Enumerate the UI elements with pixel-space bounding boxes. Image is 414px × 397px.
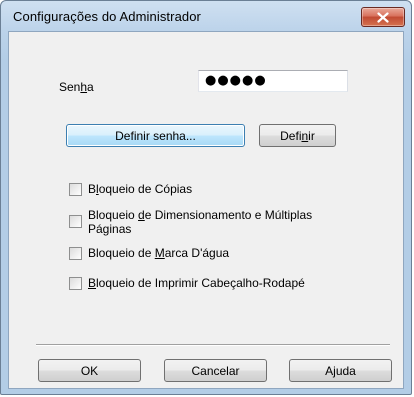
set-password-button[interactable]: Definir senha... bbox=[66, 124, 245, 147]
dialog-body: Senha ●●●●● Definir senha... Defi n ir Blo… bbox=[8, 31, 404, 389]
separator bbox=[36, 344, 390, 346]
close-button[interactable] bbox=[361, 7, 405, 27]
scaling-multipage-lock-checkbox[interactable] bbox=[69, 215, 82, 228]
ok-button[interactable]: OK bbox=[38, 359, 141, 382]
option-watermark-lock[interactable]: Bloqueio de Marca D'água bbox=[69, 246, 338, 260]
close-icon bbox=[377, 11, 389, 23]
header-footer-lock-label: Bloqueio de Imprimir Cabeçalho-Rodapé bbox=[88, 276, 305, 290]
option-scaling-multipage-lock[interactable]: Bloqueio de Dimensionamento e Múltiplas … bbox=[69, 208, 338, 236]
title-bar[interactable]: Configurações do Administrador bbox=[1, 1, 411, 31]
copy-lock-checkbox[interactable] bbox=[69, 183, 82, 196]
password-label: Senha bbox=[59, 80, 94, 94]
help-button[interactable]: Aj uda bbox=[289, 359, 392, 382]
admin-settings-dialog: Configurações do Administrador Senha ●●●… bbox=[0, 0, 412, 395]
header-footer-lock-checkbox[interactable] bbox=[69, 277, 82, 290]
watermark-lock-label: Bloqueio de Marca D'água bbox=[88, 246, 230, 260]
copy-lock-label: Bloqueio de Cópias bbox=[88, 182, 193, 196]
set-button[interactable]: Defi n ir bbox=[259, 124, 336, 147]
option-header-footer-lock[interactable]: Bloqueio de Imprimir Cabeçalho-Rodapé bbox=[69, 276, 338, 290]
watermark-lock-checkbox[interactable] bbox=[69, 247, 82, 260]
password-input[interactable]: ●●●●● bbox=[198, 70, 348, 92]
scaling-multipage-lock-label: Bloqueio de Dimensionamento e Múltiplas … bbox=[88, 208, 313, 236]
option-copy-lock[interactable]: Bloqueio de Cópias bbox=[69, 182, 338, 196]
window-title: Configurações do Administrador bbox=[13, 9, 201, 24]
cancel-button[interactable]: Cancelar bbox=[164, 359, 267, 382]
